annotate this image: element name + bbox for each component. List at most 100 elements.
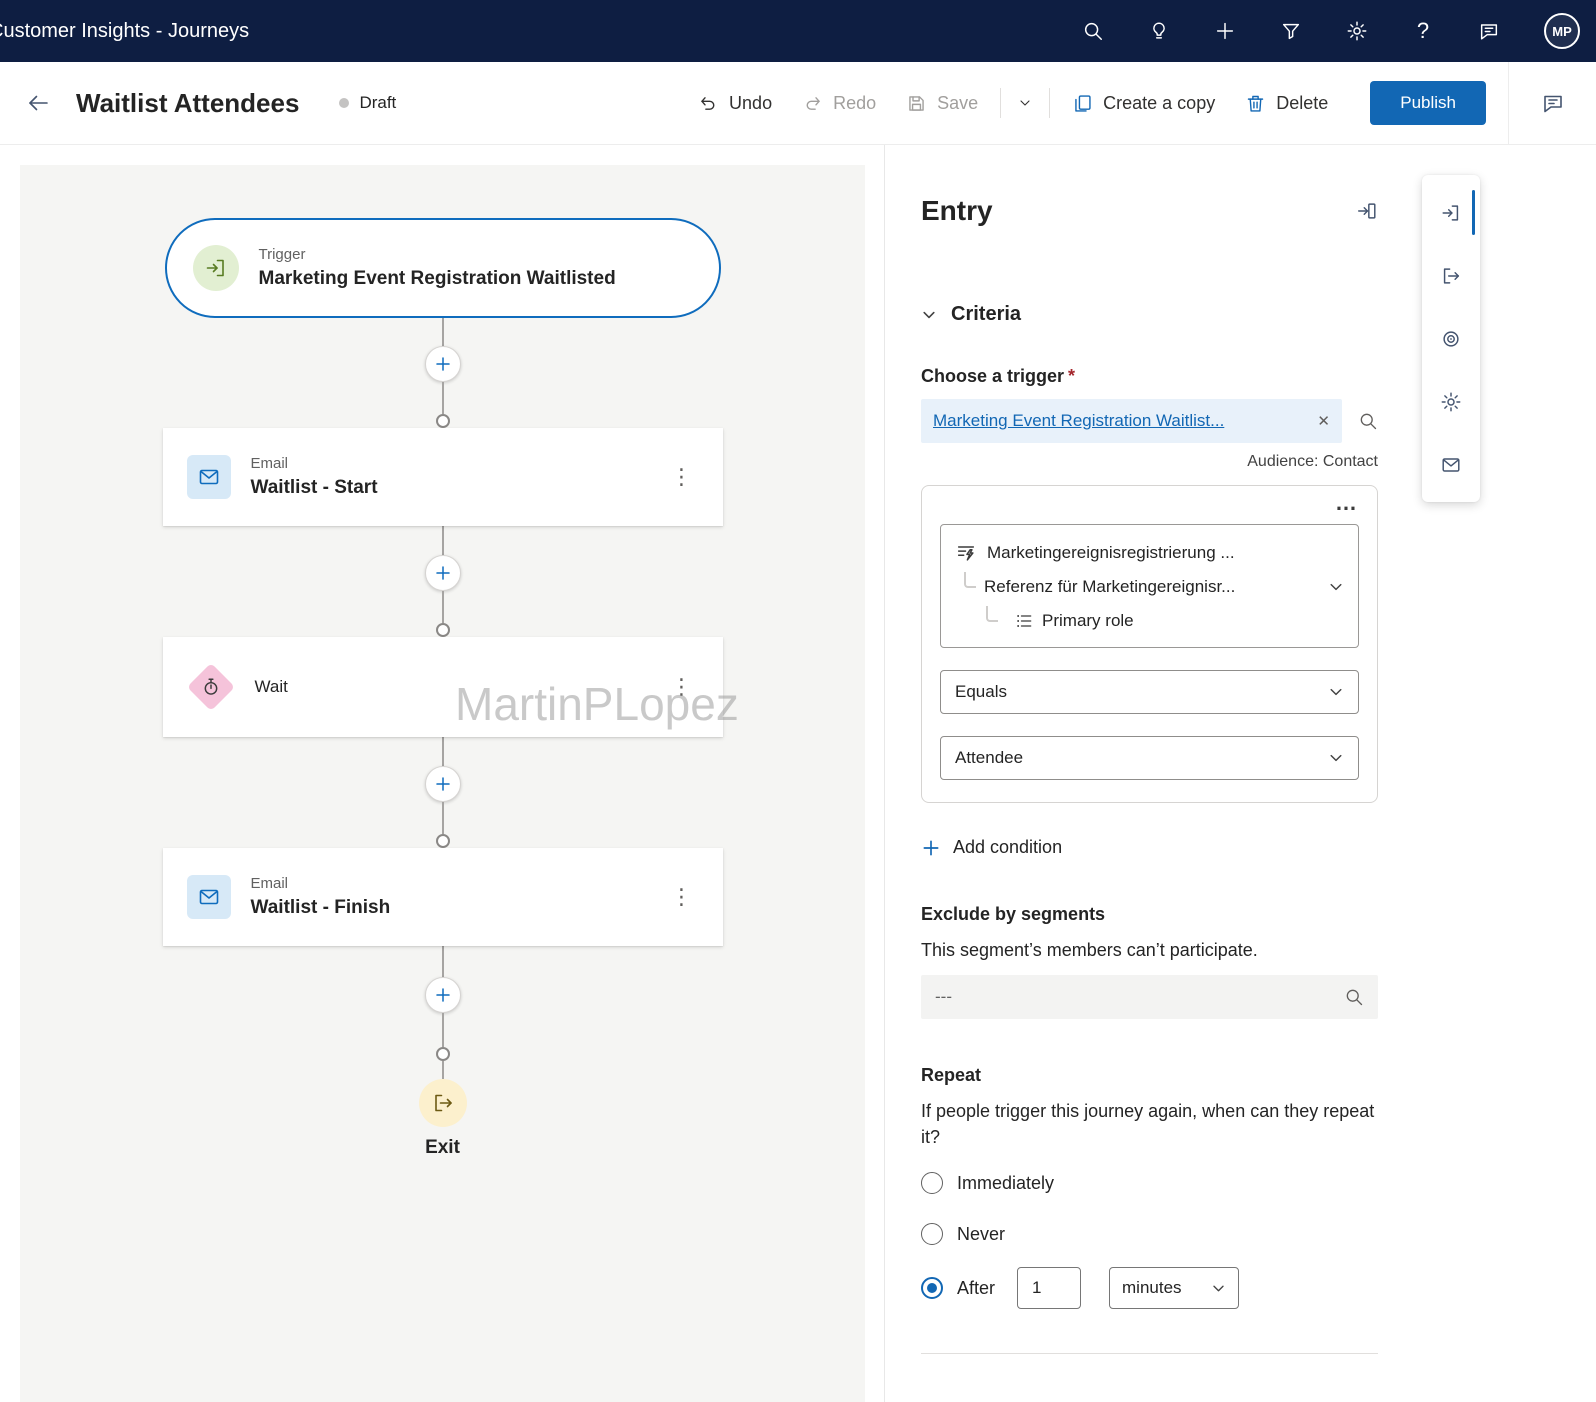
add-step-button[interactable] [424,555,461,591]
tab-exit[interactable] [1422,244,1480,307]
add-icon[interactable] [1214,20,1236,42]
chevron-down-icon [1328,750,1344,766]
connector-dot [435,1047,450,1061]
after-unit-select[interactable]: minutes [1109,1267,1240,1310]
search-icon[interactable] [1358,411,1378,431]
choose-trigger-label: Choose a trigger * [921,366,1076,386]
help-icon[interactable]: ? [1412,18,1434,43]
undo-button[interactable]: Undo [686,85,784,122]
tab-entry[interactable] [1422,181,1480,244]
criteria-label: Criteria [951,303,1022,325]
trigger-node[interactable]: Trigger Marketing Event Registration Wai… [164,218,721,318]
attribute-box[interactable]: Marketingereignisregistrierung ... Refer… [940,524,1359,648]
copy-icon [1072,93,1093,114]
condition-card: … Marketingereignisregistrierung ... Ref… [921,485,1378,803]
trash-icon [1245,93,1266,114]
segment-placeholder: --- [935,987,952,1007]
criteria-section-toggle[interactable]: Criteria [921,303,1378,326]
condition-value: Attendee [955,748,1024,767]
plus-icon [921,838,941,858]
trigger-entry-icon [192,245,239,291]
radio-immediately[interactable]: Immediately [921,1165,1378,1201]
attribute-reference-label: Referenz für Marketingereignisr... [984,577,1236,596]
lightbulb-icon[interactable] [1148,20,1170,42]
email-icon [186,455,231,499]
search-icon[interactable] [1344,987,1364,1007]
tab-goal[interactable] [1422,307,1480,370]
email-icon [186,875,231,919]
more-options-icon[interactable]: ⋮ [665,880,699,914]
wait-timer-icon [186,662,235,712]
journey-canvas[interactable]: MartinPLopez Trigger Marketing Event Reg… [20,165,865,1402]
settings-icon[interactable] [1346,20,1368,42]
avatar[interactable]: MP [1544,13,1580,49]
connector-dot [435,623,450,637]
add-step-button[interactable] [424,977,461,1013]
trigger-chip: Marketing Event Registration Waitlist...… [921,399,1342,443]
attribute-leaf-label: Primary role [1042,611,1134,630]
add-condition-button[interactable]: Add condition [921,837,1378,858]
command-bar: Waitlist Attendees Draft Undo Redo Save … [0,62,1596,145]
trigger-chip-link[interactable]: Marketing Event Registration Waitlist... [933,411,1305,431]
connector-dot [435,834,450,848]
node-type-label: Email [250,455,289,472]
message-icon[interactable] [1478,20,1500,42]
after-value-input[interactable]: 1 [1017,1267,1082,1310]
search-icon[interactable] [1082,20,1104,42]
panel-tabs [1422,175,1480,502]
node-title: Marketing Event Registration Waitlisted [258,268,616,289]
filter-icon[interactable] [1280,20,1302,42]
email-node-start[interactable]: Email Waitlist - Start ⋮ [162,428,723,526]
repeat-description: If people trigger this journey again, wh… [921,1101,1375,1148]
chevron-down-icon[interactable] [1328,579,1344,595]
add-step-button[interactable] [424,346,461,382]
create-copy-button[interactable]: Create a copy [1060,85,1227,122]
more-options-icon[interactable]: ⋮ [665,460,699,494]
connector [424,737,461,848]
chat-panel-button[interactable] [1508,62,1596,144]
open-in-pane-icon[interactable] [1356,200,1378,222]
tab-settings[interactable] [1422,370,1480,433]
panel-tab-rail [1420,145,1596,1402]
tree-elbow [986,606,998,622]
add-step-button[interactable] [424,766,461,802]
connector [424,946,461,1079]
value-dropdown[interactable]: Attendee [940,736,1359,780]
radio-never[interactable]: Never [921,1216,1378,1252]
radio-selected-icon[interactable] [921,1277,943,1300]
divider [1000,88,1002,118]
status-badge: Draft [339,93,396,113]
email-node-finish[interactable]: Email Waitlist - Finish ⋮ [162,848,723,946]
back-icon[interactable] [26,91,50,115]
operator-dropdown[interactable]: Equals [940,670,1359,714]
app-title: Customer Insights - Journeys [0,19,250,42]
node-title: Waitlist - Start [250,477,378,498]
delete-button[interactable]: Delete [1233,85,1340,122]
radio-after[interactable]: After 1 minutes [921,1267,1378,1310]
status-dot-icon [339,98,350,108]
remove-trigger-icon[interactable]: ✕ [1317,412,1330,430]
chevron-down-icon [921,307,937,323]
radio-icon[interactable] [921,1172,943,1195]
redo-button[interactable]: Redo [790,85,888,122]
divider [921,1353,1378,1355]
selected-tab-indicator [1472,190,1475,235]
condition-more-icon[interactable]: … [940,492,1359,514]
save-button[interactable]: Save [894,85,990,122]
node-type-label: Trigger [258,246,306,263]
connector [424,318,461,428]
exit-node[interactable]: Exit [418,1079,467,1159]
list-icon [1014,611,1034,631]
chevron-down-icon [1211,1281,1226,1296]
save-menu-chevron-icon[interactable] [1011,87,1039,119]
operator-value: Equals [955,682,1007,701]
chevron-down-icon [1328,684,1344,700]
exclude-heading: Exclude by segments [921,904,1106,924]
segment-lookup-input[interactable]: --- [921,975,1378,1020]
repeat-heading: Repeat [921,1065,982,1086]
radio-icon[interactable] [921,1223,943,1246]
trigger-lookup-field: Marketing Event Registration Waitlist...… [921,399,1378,443]
tab-email[interactable] [1422,433,1480,496]
publish-button[interactable]: Publish [1370,81,1486,125]
connector [424,526,461,637]
